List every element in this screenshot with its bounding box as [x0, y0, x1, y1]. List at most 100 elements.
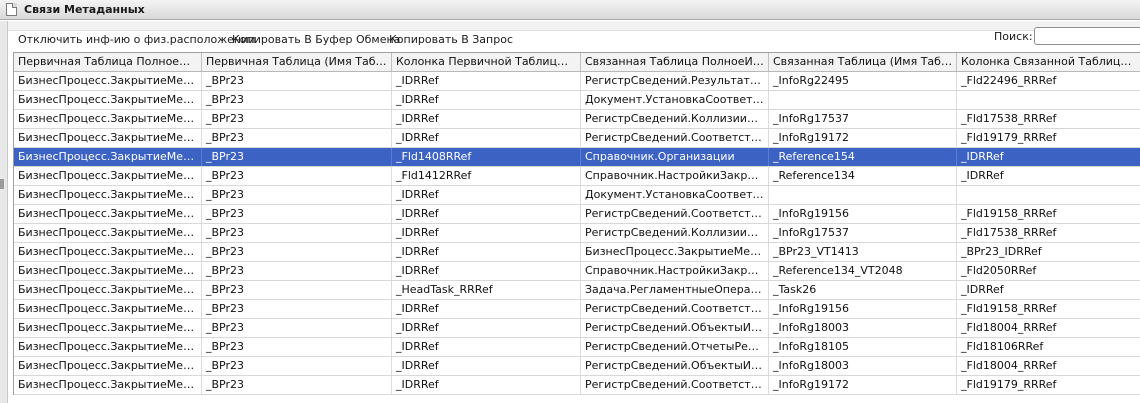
- table-cell: РегистрСведений.Соответствие...: [581, 205, 769, 223]
- table-cell: Документ.УстановкаСоответств...: [581, 91, 769, 109]
- search-input[interactable]: [1034, 27, 1140, 45]
- table-cell: _BPr23: [202, 300, 392, 318]
- table-cell: БизнесПроцесс.ЗакрытиеМесяца: [14, 186, 202, 204]
- table-cell: _BPr23: [202, 167, 392, 185]
- table-cell: _IDRRef: [392, 186, 581, 204]
- column-header-3[interactable]: Колонка Первичной Таблицы (Им...: [392, 53, 581, 71]
- table-cell: _IDRRef: [392, 338, 581, 356]
- table-cell: _Fld2050RRef: [961, 264, 1037, 277]
- column-header-5[interactable]: Связанная Таблица (Имя Таблиц...: [769, 53, 957, 71]
- column-header-1[interactable]: Первичная Таблица ПолноеИмя: [14, 53, 202, 71]
- table-cell: _Fld1408RRef: [392, 148, 581, 166]
- table-cell: БизнесПроцесс.ЗакрытиеМесяца: [14, 376, 202, 394]
- table-cell: БизнесПроцесс.ЗакрытиеМесяц...: [581, 243, 769, 261]
- table-cell: _BPr23: [202, 262, 392, 280]
- table-cell: [957, 186, 1140, 204]
- table-cell: _Fld19179_RRRef: [961, 131, 1057, 144]
- table-cell: _InfoRg18003: [769, 357, 957, 375]
- table-cell: _BPr23: [202, 319, 392, 337]
- table-row[interactable]: БизнесПроцесс.ЗакрытиеМесяца _BPr23 _IDRRe…: [14, 72, 1140, 91]
- table-cell: БизнесПроцесс.ЗакрытиеМесяца: [14, 224, 202, 242]
- table-row[interactable]: БизнесПроцесс.ЗакрытиеМесяца _BPr23 _IDRRe…: [14, 91, 1140, 110]
- table-cell: _InfoRg19172: [769, 129, 957, 147]
- table-cell: _InfoRg19172: [769, 376, 957, 394]
- table-cell: _IDRRef: [392, 243, 581, 261]
- table-cell: _IDRRef: [392, 300, 581, 318]
- table-cell: _InfoRg17537: [769, 110, 957, 128]
- table-row[interactable]: БизнесПроцесс.ЗакрытиеМесяца _BPr23 _IDRRe…: [14, 243, 1140, 262]
- table-row[interactable]: БизнесПроцесс.ЗакрытиеМесяца _BPr23 _IDRRe…: [14, 376, 1140, 395]
- table-cell: _BPr23: [202, 72, 392, 90]
- current-row-marker-icon: [0, 179, 4, 189]
- table-cell: БизнесПроцесс.ЗакрытиеМесяца: [14, 338, 202, 356]
- column-header-4[interactable]: Связанная Таблица ПолноеИмя: [581, 53, 769, 71]
- table-cell: _IDRRef: [392, 319, 581, 337]
- table-cell: Задача.РегламентныеОперации...: [581, 281, 769, 299]
- table-cell: БизнесПроцесс.ЗакрытиеМесяца: [14, 91, 202, 109]
- disable-physical-info-button[interactable]: Отключить инф-ию о физ.расположении: [18, 33, 255, 47]
- table-row[interactable]: БизнесПроцесс.ЗакрытиеМесяца _BPr23 _Fld14…: [14, 148, 1140, 167]
- table-cell: [769, 91, 957, 109]
- table-cell: _BPr23_IDRRef: [961, 245, 1042, 258]
- table-cell: _Fld19158_RRRef: [961, 302, 1057, 315]
- table-cell: БизнесПроцесс.ЗакрытиеМесяца: [14, 129, 202, 147]
- row-selector-strip: [0, 21, 8, 403]
- table-cell: БизнесПроцесс.ЗакрытиеМесяца: [14, 243, 202, 261]
- table-cell: _IDRRef: [961, 169, 1004, 182]
- window-titlebar: Связи Метаданных: [0, 0, 1140, 20]
- table-row[interactable]: БизнесПроцесс.ЗакрытиеМесяца _BPr23 _HeadT…: [14, 281, 1140, 300]
- window-title: Связи Метаданных: [24, 3, 145, 16]
- column-header-6[interactable]: Колонка Связанной Таблицы (Им...: [957, 53, 1140, 71]
- table-cell: [769, 186, 957, 204]
- table-row[interactable]: БизнесПроцесс.ЗакрытиеМесяца _BPr23 _IDRRe…: [14, 319, 1140, 338]
- table-cell: БизнесПроцесс.ЗакрытиеМесяца: [14, 148, 202, 166]
- metadata-links-table[interactable]: Первичная Таблица ПолноеИмя Первичная Таб…: [13, 52, 1140, 395]
- table-row[interactable]: БизнесПроцесс.ЗакрытиеМесяца _BPr23 _IDRRe…: [14, 262, 1140, 281]
- table-row[interactable]: БизнесПроцесс.ЗакрытиеМесяца _BPr23 _IDRRe…: [14, 129, 1140, 148]
- table-row[interactable]: БизнесПроцесс.ЗакрытиеМесяца _BPr23 _Fld14…: [14, 167, 1140, 186]
- table-cell: _BPr23_VT1413: [769, 243, 957, 261]
- table-cell: БизнесПроцесс.ЗакрытиеМесяца: [14, 205, 202, 223]
- table-body: БизнесПроцесс.ЗакрытиеМесяца _BPr23 _IDRRe…: [14, 72, 1140, 395]
- table-cell: РегистрСведений.КоллизииПриО...: [581, 110, 769, 128]
- table-row[interactable]: БизнесПроцесс.ЗакрытиеМесяца _BPr23 _IDRRe…: [14, 338, 1140, 357]
- table-cell: Справочник.НастройкиЗакрытия...: [581, 262, 769, 280]
- table-cell: _IDRRef: [392, 376, 581, 394]
- table-cell: _BPr23: [202, 110, 392, 128]
- table-cell: _Fld18004_RRRef: [961, 359, 1057, 372]
- table-row[interactable]: БизнесПроцесс.ЗакрытиеМесяца _BPr23 _IDRRe…: [14, 357, 1140, 376]
- table-cell: _Fld22496_RRRef: [961, 74, 1057, 87]
- table-cell: _IDRRef: [392, 110, 581, 128]
- table-cell: _BPr23: [202, 338, 392, 356]
- table-cell: _InfoRg18003: [769, 319, 957, 337]
- column-header-2[interactable]: Первичная Таблица (Имя Таблиц...: [202, 53, 392, 71]
- table-cell: _HeadTask_RRRef: [392, 281, 581, 299]
- table-cell: [957, 91, 1140, 109]
- table-cell: Справочник.Организации: [581, 148, 769, 166]
- table-row[interactable]: БизнесПроцесс.ЗакрытиеМесяца _BPr23 _IDRRe…: [14, 205, 1140, 224]
- table-cell: БизнесПроцесс.ЗакрытиеМесяца: [14, 262, 202, 280]
- table-cell: _Fld18004_RRRef: [961, 321, 1057, 334]
- table-cell: _IDRRef: [392, 91, 581, 109]
- table-cell: _Fld17538_RRRef: [961, 226, 1057, 239]
- table-cell: _BPr23: [202, 148, 392, 166]
- table-row[interactable]: БизнесПроцесс.ЗакрытиеМесяца _BPr23 _IDRRe…: [14, 110, 1140, 129]
- table-row[interactable]: БизнесПроцесс.ЗакрытиеМесяца _BPr23 _IDRRe…: [14, 300, 1140, 319]
- table-cell: _InfoRg19156: [769, 205, 957, 223]
- table-cell: _Reference134_VT2048: [769, 262, 957, 280]
- table-cell: Справочник.НастройкиЗакрытия...: [581, 167, 769, 185]
- table-cell: _BPr23: [202, 376, 392, 394]
- table-row[interactable]: БизнесПроцесс.ЗакрытиеМесяца _BPr23 _IDRRe…: [14, 224, 1140, 243]
- table-cell: БизнесПроцесс.ЗакрытиеМесяца: [14, 110, 202, 128]
- table-row[interactable]: БизнесПроцесс.ЗакрытиеМесяца _BPr23 _IDRRe…: [14, 186, 1140, 205]
- table-cell: _BPr23: [202, 205, 392, 223]
- copy-to-query-button[interactable]: Копировать В Запрос: [389, 33, 513, 47]
- copy-to-clipboard-button[interactable]: Копировать В Буфер Обмена: [232, 33, 400, 47]
- table-cell: _InfoRg17537: [769, 224, 957, 242]
- table-cell: _Reference134: [769, 167, 957, 185]
- table-cell: _BPr23: [202, 357, 392, 375]
- table-cell: _InfoRg22495: [769, 72, 957, 90]
- table-cell: _IDRRef: [392, 262, 581, 280]
- table-cell: _Fld18106RRef: [961, 340, 1044, 353]
- table-cell: БизнесПроцесс.ЗакрытиеМесяца: [14, 357, 202, 375]
